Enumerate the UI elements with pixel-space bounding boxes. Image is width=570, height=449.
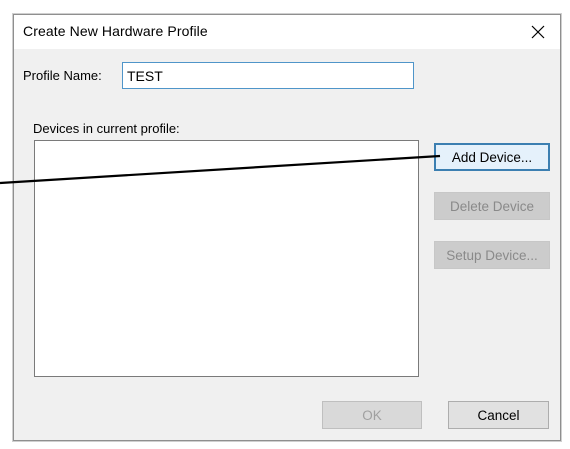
profile-name-label: Profile Name: [23,68,102,83]
devices-list[interactable] [34,140,419,377]
add-device-button[interactable]: Add Device... [434,143,550,171]
close-icon [531,25,545,39]
close-button[interactable] [516,15,560,49]
delete-device-button[interactable]: Delete Device [434,192,550,220]
cancel-button[interactable]: Cancel [448,401,549,429]
window-title: Create New Hardware Profile [23,23,208,39]
screenshot-stage: Create New Hardware Profile Profile Name… [0,0,570,449]
devices-label: Devices in current profile: [33,121,180,136]
title-bar[interactable]: Create New Hardware Profile [14,15,560,49]
ok-button[interactable]: OK [322,401,422,429]
create-hardware-profile-dialog: Create New Hardware Profile Profile Name… [13,14,561,441]
profile-name-input[interactable] [122,62,414,89]
setup-device-button[interactable]: Setup Device... [434,241,550,269]
